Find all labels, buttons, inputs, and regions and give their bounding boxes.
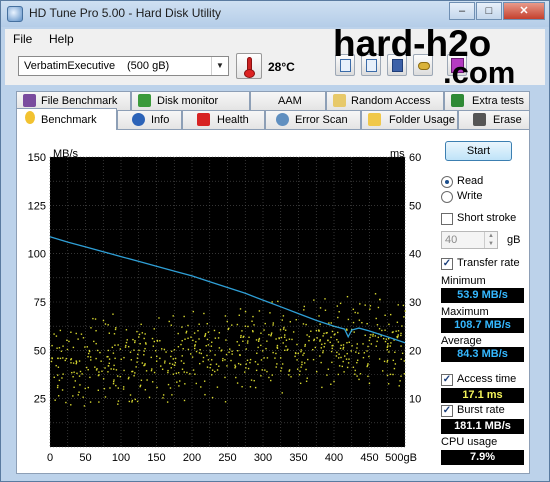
folder-icon [368,113,381,126]
access-time-checkbox[interactable]: ✓ [441,374,453,386]
transfer-rate-checkbox[interactable]: ✓ [441,258,453,270]
chevron-down-icon[interactable]: ▼ [211,57,228,75]
tab-aam[interactable]: AAM [250,91,326,110]
health-cross-icon [197,113,210,126]
tab-row-bottom: Benchmark Info Health Error Scan Folder … [16,108,530,130]
short-stroke-value: 40 [445,234,458,246]
window-controls: – □ ✕ [448,2,545,20]
watermark-line2: .com [443,55,516,90]
trash-icon [473,113,486,126]
tab-health[interactable]: Health [182,110,265,129]
minimum-value: 53.9 MB/s [441,288,524,303]
minimum-label: Minimum [441,275,486,287]
cpu-usage-value: 7.9% [441,450,524,465]
access-time-label: Access time [457,373,517,385]
menu-file[interactable]: File [13,32,32,46]
read-radio[interactable] [441,176,453,188]
maximize-button[interactable]: □ [476,2,502,20]
short-stroke-checkbox[interactable] [441,213,453,225]
app-icon [7,6,23,22]
tab-error-scan[interactable]: Error Scan [265,110,361,129]
short-stroke-unit: gB [507,234,521,246]
app-window: HD Tune Pro 5.00 - Hard Disk Utility – □… [0,0,550,482]
spin-up-icon[interactable]: ▲ [484,232,497,240]
close-button[interactable]: ✕ [503,2,545,20]
spin-down-icon[interactable]: ▼ [484,240,497,248]
menu-help[interactable]: Help [49,32,74,46]
maximum-value: 108.7 MB/s [441,318,524,333]
transfer-rate-label: Transfer rate [457,257,520,269]
tab-extra-tests[interactable]: Extra tests [444,91,530,110]
write-label: Write [457,190,483,202]
average-label: Average [441,335,482,347]
write-radio[interactable] [441,191,453,203]
minimize-button[interactable]: – [449,2,475,20]
cpu-usage-label: CPU usage [441,436,498,448]
tab-disk-monitor[interactable]: Disk monitor [131,91,250,110]
temperature-readout: 28°C [268,60,295,74]
tab-erase[interactable]: Erase [458,110,530,129]
drive-size: (500 gB) [127,60,170,72]
short-stroke-spinner[interactable]: 40 ▲ ▼ [441,231,498,249]
tab-random-access[interactable]: Random Access [326,91,444,110]
tab-folder-usage[interactable]: Folder Usage [361,110,458,129]
access-time-value: 17.1 ms [441,388,524,403]
window-title: HD Tune Pro 5.00 - Hard Disk Utility [29,6,222,20]
magnifier-icon [276,113,289,126]
drive-select[interactable]: VerbatimExecutive (500 gB) ▼ [18,56,229,76]
extra-tests-icon [451,94,464,107]
tab-benchmark[interactable]: Benchmark [16,108,117,130]
short-stroke-label: Short stroke [457,212,517,224]
start-button[interactable]: Start [445,141,512,161]
disk-monitor-icon [138,94,151,107]
watermark-logo: hard-h2o .com [325,23,547,90]
maximum-label: Maximum [441,306,489,318]
tab-info[interactable]: Info [117,110,182,129]
read-label: Read [457,175,484,187]
burst-rate-value: 181.1 MB/s [441,419,524,434]
lightbulb-icon [25,111,35,124]
thermometer-icon [236,53,262,79]
info-icon [132,113,145,126]
burst-rate-label: Burst rate [457,404,505,416]
average-value: 84.3 MB/s [441,347,524,362]
burst-rate-checkbox[interactable]: ✓ [441,405,453,417]
random-access-icon [333,94,346,107]
file-benchmark-icon [23,94,36,107]
drive-name: VerbatimExecutive [24,60,116,72]
